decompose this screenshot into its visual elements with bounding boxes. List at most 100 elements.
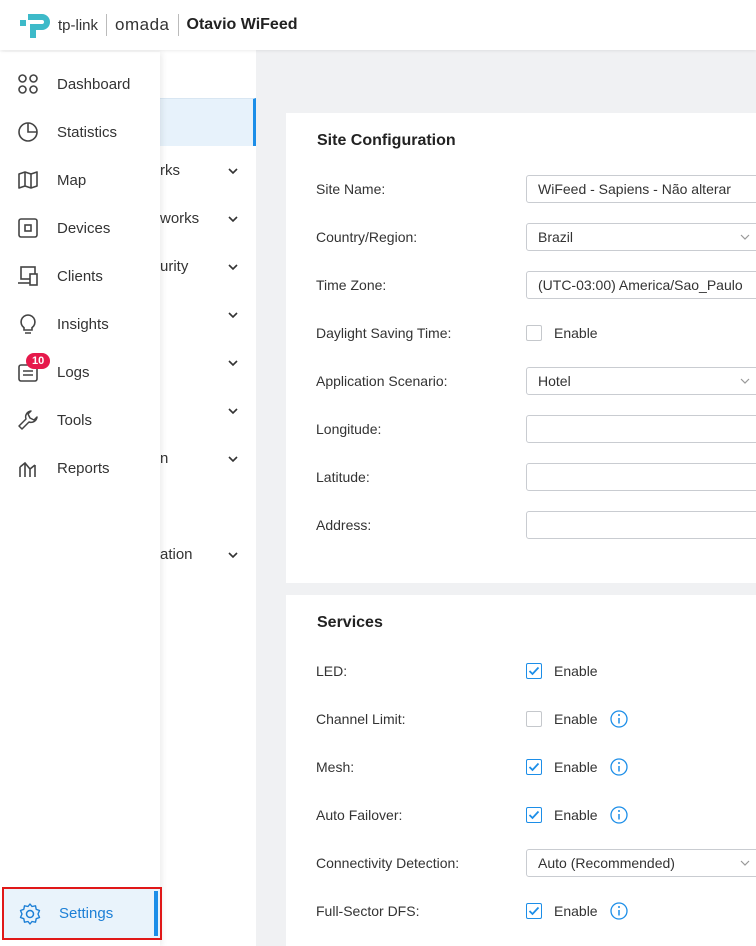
site-name-label: Site Name: — [316, 181, 386, 197]
led-checkbox[interactable] — [526, 663, 542, 679]
dst-checkbox[interactable] — [526, 325, 542, 341]
connectivity-label: Connectivity Detection: — [316, 855, 460, 871]
sidebar-item-statistics[interactable]: Statistics — [0, 112, 160, 152]
subnav-item[interactable]: urity — [160, 258, 188, 275]
divider — [177, 14, 179, 36]
sidebar-label: Tools — [57, 411, 93, 429]
info-icon[interactable] — [610, 710, 628, 728]
chevron-down-icon[interactable] — [226, 212, 240, 226]
statistics-icon — [16, 120, 40, 144]
auto-failover-option-label: Enable — [554, 807, 598, 823]
auto-failover-label: Auto Failover: — [316, 807, 403, 823]
latitude-input[interactable] — [526, 463, 756, 491]
sidebar-item-devices[interactable]: Devices — [0, 208, 160, 248]
chevron-down-icon[interactable] — [226, 548, 240, 562]
dst-label: Daylight Saving Time: — [316, 325, 452, 341]
auto-failover-checkbox[interactable] — [526, 807, 542, 823]
connectivity-value: Auto (Recommended) — [538, 855, 675, 871]
sidebar-label: Settings — [59, 905, 114, 922]
tp-link-logo[interactable]: tp-link omada Otavio WiFeed — [18, 10, 297, 40]
channel-limit-option-label: Enable — [554, 711, 598, 727]
sidebar-item-dashboard[interactable]: Dashboard — [0, 64, 160, 104]
info-icon[interactable] — [610, 902, 628, 920]
sidebar-label: Map — [57, 171, 87, 189]
clients-icon — [16, 264, 40, 288]
logs-icon: 10 — [16, 353, 51, 384]
services-card: Services LED: Enable Channel Limit: Enab… — [286, 595, 756, 946]
info-icon[interactable] — [610, 806, 628, 824]
scenario-value: Hotel — [538, 373, 571, 389]
address-label: Address: — [316, 517, 372, 533]
sidebar-label: Clients — [57, 267, 103, 285]
full-sector-dfs-checkbox[interactable] — [526, 903, 542, 919]
subnav-item[interactable]: ation — [160, 546, 193, 563]
sidebar-label: Logs — [57, 363, 90, 381]
country-value: Brazil — [538, 229, 574, 245]
sidebar-item-logs[interactable]: 10 Logs — [0, 352, 160, 392]
card-title: Site Configuration — [317, 132, 456, 149]
insights-icon — [16, 312, 40, 336]
sidebar-item-insights[interactable]: Insights — [0, 304, 160, 344]
checkmark-icon — [528, 762, 540, 772]
mesh-label: Mesh: — [316, 759, 355, 775]
sidebar-item-reports[interactable]: Reports — [0, 448, 160, 488]
chevron-down-icon[interactable] — [226, 260, 240, 274]
sidebar-item-clients[interactable]: Clients — [0, 256, 160, 296]
chevron-down-icon — [740, 860, 750, 866]
card-title: Services — [317, 614, 383, 631]
channel-limit-checkbox[interactable] — [526, 711, 542, 727]
subnav-item[interactable]: rks — [160, 162, 180, 179]
chevron-down-icon[interactable] — [226, 308, 240, 322]
sidebar-label: Reports — [57, 459, 110, 477]
sidebar-item-map[interactable]: Map — [0, 160, 160, 200]
top-header: tp-link omada Otavio WiFeed — [0, 0, 756, 50]
site-selector[interactable]: Otavio WiFeed — [187, 16, 298, 34]
gear-icon — [18, 902, 42, 926]
tp-link-logo-icon — [20, 14, 50, 38]
reports-icon — [16, 456, 40, 480]
country-label: Country/Region: — [316, 229, 418, 245]
longitude-input[interactable] — [526, 415, 756, 443]
led-label: LED: — [316, 663, 348, 679]
divider — [106, 14, 108, 36]
checkmark-icon — [528, 810, 540, 820]
subnav-item[interactable]: n — [160, 450, 168, 467]
product-text: omada — [115, 15, 170, 34]
sidebar-label: Statistics — [57, 123, 118, 141]
country-select[interactable]: Brazil — [526, 223, 756, 251]
subnav-active-item[interactable] — [150, 98, 256, 146]
connectivity-select[interactable]: Auto (Recommended) — [526, 849, 756, 877]
info-icon[interactable] — [610, 758, 628, 776]
sidebar-label: Devices — [57, 219, 111, 237]
site-configuration-card: Site Configuration Site Name: WiFeed - S… — [286, 113, 756, 583]
chevron-down-icon — [740, 234, 750, 240]
channel-limit-label: Channel Limit: — [316, 711, 406, 727]
chevron-down-icon[interactable] — [226, 452, 240, 466]
chevron-down-icon — [740, 378, 750, 384]
devices-icon — [16, 216, 40, 240]
chevron-down-icon[interactable] — [226, 404, 240, 418]
brand-text: tp-link — [58, 16, 99, 34]
sidebar-item-tools[interactable]: Tools — [0, 400, 160, 440]
mesh-checkbox[interactable] — [526, 759, 542, 775]
longitude-label: Longitude: — [316, 421, 382, 437]
chevron-down-icon[interactable] — [226, 356, 240, 370]
subnav-item[interactable]: works — [160, 210, 199, 227]
dashboard-icon — [16, 72, 40, 96]
time-zone-label: Time Zone: — [316, 277, 387, 293]
mesh-option-label: Enable — [554, 759, 598, 775]
scenario-select[interactable]: Hotel — [526, 367, 756, 395]
full-sector-dfs-label: Full-Sector DFS: — [316, 903, 420, 919]
sidebar-label: Insights — [57, 315, 109, 333]
site-name-input[interactable]: WiFeed - Sapiens - Não alterar — [526, 175, 756, 203]
address-input[interactable] — [526, 511, 756, 539]
checkmark-icon — [528, 906, 540, 916]
time-zone-select[interactable]: (UTC-03:00) America/Sao_Paulo — [526, 271, 756, 299]
sidebar-item-settings[interactable]: Settings — [2, 887, 162, 940]
scenario-label: Application Scenario: — [316, 373, 448, 389]
sidebar-label: Dashboard — [57, 75, 131, 93]
full-sector-dfs-option-label: Enable — [554, 903, 598, 919]
map-icon — [16, 168, 40, 192]
chevron-down-icon[interactable] — [226, 164, 240, 178]
active-indicator — [154, 891, 158, 936]
